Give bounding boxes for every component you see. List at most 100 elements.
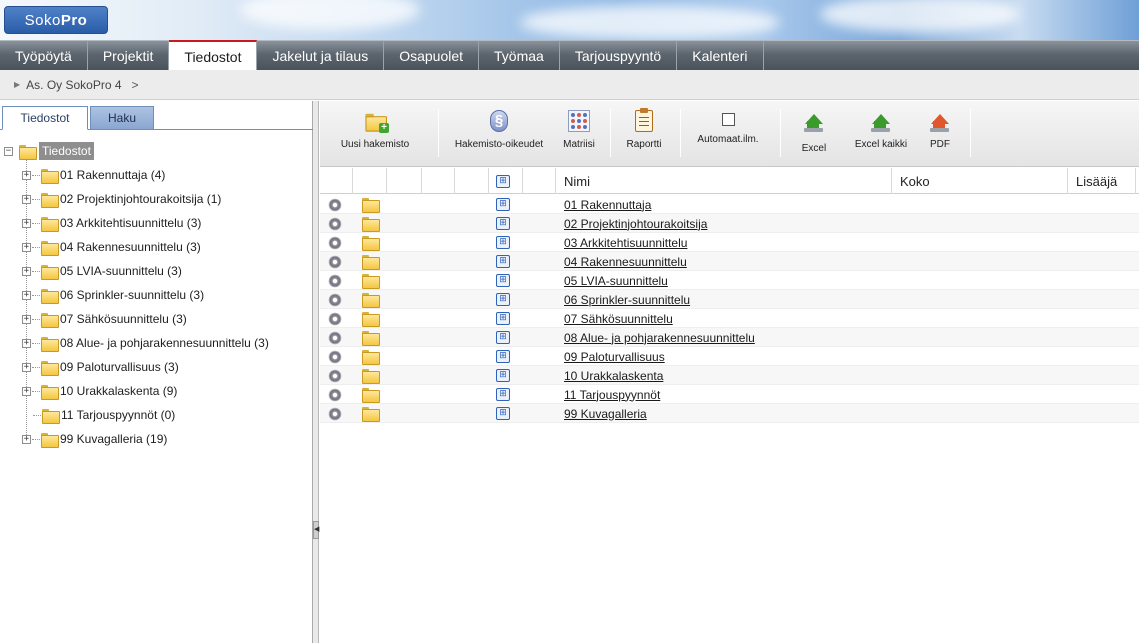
nav-tab-jakelut[interactable]: Jakelut ja tilaus (257, 41, 385, 71)
column-header-type[interactable] (353, 168, 387, 194)
tree-item[interactable]: + 04 Rakennesuunnittelu (3) (22, 237, 201, 257)
tree-item-label[interactable]: 05 LVIA-suunnittelu (3) (60, 264, 182, 278)
nav-tab-tyomaa[interactable]: Työmaa (479, 41, 560, 71)
folder-icon[interactable] (362, 388, 380, 403)
expand-icon[interactable]: + (22, 290, 31, 300)
tree-item[interactable]: + 07 Sähkösuunnittelu (3) (22, 309, 187, 329)
column-header-actions[interactable] (320, 168, 353, 194)
column-header-size[interactable]: Koko (892, 168, 1068, 194)
tree-item[interactable]: + 05 LVIA-suunnittelu (3) (22, 261, 182, 281)
column-header-added-by[interactable]: Lisääjä (1068, 168, 1136, 194)
tree-item[interactable]: + 08 Alue- ja pohjarakennesuunnittelu (3… (22, 333, 269, 353)
folder-icon[interactable] (362, 407, 380, 422)
cart-icon[interactable]: ⊞ (496, 350, 510, 363)
tab-haku[interactable]: Haku (90, 106, 154, 130)
tree-item-label[interactable]: 11 Tarjouspyynnöt (0) (61, 408, 175, 422)
tree-item[interactable]: + 99 Kuvagalleria (19) (22, 429, 167, 449)
cart-icon[interactable]: ⊞ (496, 198, 510, 211)
expand-icon[interactable]: + (22, 434, 31, 444)
tab-tiedostot[interactable]: Tiedostot (2, 106, 88, 130)
folder-name-link[interactable]: 06 Sprinkler-suunnittelu (564, 293, 690, 307)
breadcrumb-separator[interactable]: > (132, 78, 139, 92)
expand-icon[interactable]: + (22, 218, 31, 228)
tree-item-label[interactable]: 10 Urakkalaskenta (9) (60, 384, 177, 398)
folder-name-link[interactable]: 10 Urakkalaskenta (564, 369, 663, 383)
folder-name-link[interactable]: 07 Sähkösuunnittelu (564, 312, 673, 326)
folder-icon[interactable] (362, 331, 380, 346)
folder-icon[interactable] (362, 274, 380, 289)
column-header-blank[interactable] (387, 168, 422, 194)
tree-item-label[interactable]: 01 Rakennuttaja (4) (60, 168, 165, 182)
settings-gear-icon[interactable] (329, 294, 341, 305)
folder-name-link[interactable]: 99 Kuvagalleria (564, 407, 647, 421)
settings-gear-icon[interactable] (329, 199, 341, 210)
settings-gear-icon[interactable] (329, 332, 341, 343)
table-row[interactable]: ⊞ 09 Paloturvallisuus (320, 347, 1139, 366)
expand-icon[interactable]: + (22, 242, 31, 252)
settings-gear-icon[interactable] (329, 313, 341, 324)
tree-item-label[interactable]: 07 Sähkösuunnittelu (3) (60, 312, 187, 326)
pdf-export-button[interactable]: PDF (922, 105, 958, 163)
tree-item-label[interactable]: 04 Rakennesuunnittelu (3) (60, 240, 201, 254)
settings-gear-icon[interactable] (329, 237, 341, 248)
excel-all-export-button[interactable]: Excel kaikki (852, 105, 910, 163)
auto-notify-toggle[interactable]: Automaat.ilm. (692, 105, 764, 163)
settings-gear-icon[interactable] (329, 389, 341, 400)
folder-icon[interactable] (362, 312, 380, 327)
settings-gear-icon[interactable] (329, 256, 341, 267)
cart-icon[interactable]: ⊞ (496, 331, 510, 344)
folder-name-link[interactable]: 08 Alue- ja pohjarakennesuunnittelu (564, 331, 755, 345)
folder-name-link[interactable]: 03 Arkkitehtisuunnittelu (564, 236, 687, 250)
table-row[interactable]: ⊞ 03 Arkkitehtisuunnittelu (320, 233, 1139, 252)
collapse-icon[interactable]: − (4, 146, 13, 156)
matrix-button[interactable]: Matriisi (558, 105, 600, 163)
cart-icon[interactable]: ⊞ (496, 369, 510, 382)
tree-item[interactable]: + 03 Arkkitehtisuunnittelu (3) (22, 213, 201, 233)
table-row[interactable]: ⊞ 02 Projektinjohtourakoitsija (320, 214, 1139, 233)
folder-icon[interactable] (362, 255, 380, 270)
tree-item-label[interactable]: 08 Alue- ja pohjarakennesuunnittelu (3) (60, 336, 269, 350)
cart-icon[interactable]: ⊞ (496, 217, 510, 230)
expand-icon[interactable]: + (22, 170, 31, 180)
folder-icon[interactable] (362, 217, 380, 232)
tree-root[interactable]: − Tiedostot (4, 141, 94, 161)
cart-icon[interactable]: ⊞ (496, 255, 510, 268)
tree-item-label[interactable]: 09 Paloturvallisuus (3) (60, 360, 179, 374)
sokopro-logo[interactable]: Soko Pro (4, 6, 108, 34)
breadcrumb-project[interactable]: As. Oy SokoPro 4 (26, 78, 121, 92)
tree-item-label[interactable]: 06 Sprinkler-suunnittelu (3) (60, 288, 204, 302)
expand-icon[interactable]: + (22, 338, 31, 348)
expand-icon[interactable]: + (22, 314, 31, 324)
cart-icon[interactable]: ⊞ (496, 236, 510, 249)
collapse-arrow-icon[interactable]: ◀ (313, 521, 319, 539)
folder-icon[interactable] (362, 369, 380, 384)
table-row[interactable]: ⊞ 04 Rakennesuunnittelu (320, 252, 1139, 271)
nav-tab-tiedostot[interactable]: Tiedostot (169, 40, 258, 71)
cart-icon[interactable]: ⊞ (496, 312, 510, 325)
table-row[interactable]: ⊞ 01 Rakennuttaja (320, 195, 1139, 214)
tree-item-label[interactable]: 03 Arkkitehtisuunnittelu (3) (60, 216, 201, 230)
folder-name-link[interactable]: 05 LVIA-suunnittelu (564, 274, 668, 288)
expand-icon[interactable]: + (22, 386, 31, 396)
nav-tab-tyopoyta[interactable]: Työpöytä (0, 41, 88, 71)
table-row[interactable]: ⊞ 11 Tarjouspyynnöt (320, 385, 1139, 404)
cart-icon[interactable]: ⊞ (496, 407, 510, 420)
report-button[interactable]: Raportti (622, 105, 666, 163)
settings-gear-icon[interactable] (329, 408, 341, 419)
panel-splitter[interactable]: ◀ (313, 101, 319, 643)
cart-icon[interactable]: ⊞ (496, 293, 510, 306)
tree-item-label[interactable]: 02 Projektinjohtourakoitsija (1) (60, 192, 221, 206)
new-folder-button[interactable]: + Uusi hakemisto (338, 105, 412, 163)
tree-item[interactable]: + 01 Rakennuttaja (4) (22, 165, 165, 185)
table-row[interactable]: ⊞ 05 LVIA-suunnittelu (320, 271, 1139, 290)
settings-gear-icon[interactable] (329, 275, 341, 286)
folder-name-link[interactable]: 02 Projektinjohtourakoitsija (564, 217, 707, 231)
column-header-blank[interactable] (422, 168, 455, 194)
table-row[interactable]: ⊞ 07 Sähkösuunnittelu (320, 309, 1139, 328)
table-row[interactable]: ⊞ 99 Kuvagalleria (320, 404, 1139, 423)
folder-icon[interactable] (362, 198, 380, 213)
expand-icon[interactable]: + (22, 266, 31, 276)
folder-icon[interactable] (362, 236, 380, 251)
table-row[interactable]: ⊞ 10 Urakkalaskenta (320, 366, 1139, 385)
column-header-blank[interactable] (455, 168, 489, 194)
